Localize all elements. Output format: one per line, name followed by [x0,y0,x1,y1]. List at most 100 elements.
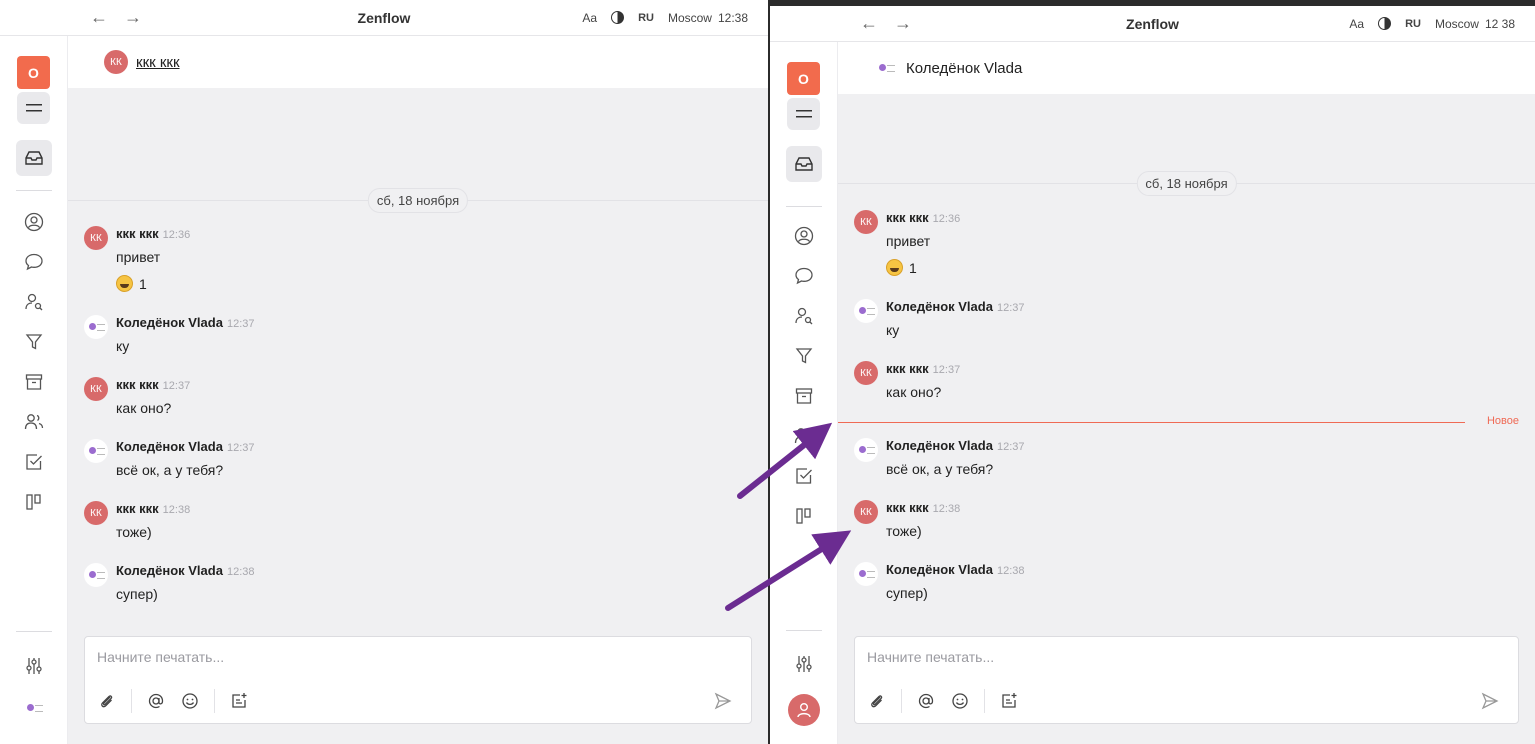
message[interactable]: КК ккк ккк 12:36 привет 1 [84,226,190,292]
sidebar-item-filter[interactable] [786,338,822,374]
message[interactable]: Коледёнок Vlada 12:37 ку [854,299,1024,338]
sidebar-item-board[interactable] [16,484,52,520]
reaction-count: 1 [139,275,147,292]
org-switcher-button[interactable]: О [17,56,50,89]
message-time: 12:36 [162,229,191,241]
user-avatar[interactable] [16,690,52,726]
sidebar-item-profile[interactable] [16,204,52,240]
back-arrow-icon[interactable]: ← [90,7,108,28]
sidebar-item-contacts[interactable] [786,298,822,334]
left-window: ← → Zenflow Aa RU Moscow 12:38 О КК ккк … [0,0,768,744]
sidebar: О [0,36,68,744]
font-size-button[interactable]: Aa [582,11,597,25]
message[interactable]: Коледёнок Vlada 12:37 ку [84,315,254,354]
sidebar-item-inbox[interactable] [786,146,822,182]
add-template-icon[interactable] [999,691,1019,711]
paperclip-icon[interactable] [867,691,887,711]
menu-button[interactable] [17,92,50,124]
sidebar-item-inbox[interactable] [16,140,52,176]
sidebar-item-team[interactable] [786,418,822,454]
message-author: ккк ккк [886,210,929,225]
message-author: Коледёнок Vlada [886,438,993,453]
sidebar-divider [786,206,822,207]
font-size-button[interactable]: Aa [1349,17,1364,31]
paperclip-icon[interactable] [97,691,117,711]
emoji-icon[interactable] [950,691,970,711]
sidebar-item-chats[interactable] [16,244,52,280]
composer-input[interactable]: Начните печатать... [97,649,224,665]
user-avatar[interactable] [788,694,820,726]
chat-header: Коледёнок Vlada [838,42,1535,94]
sidebar-item-chats[interactable] [786,258,822,294]
message[interactable]: Коледёнок Vlada 12:38 супер) [84,563,254,602]
message-time: 12:38 [226,566,255,578]
message-author: ккк ккк [116,501,159,516]
mention-icon[interactable] [146,691,166,711]
emoji-icon[interactable] [180,691,200,711]
message[interactable]: КК ккк ккк 12:37 как оно? [854,361,960,400]
message-author: Коледёнок Vlada [116,439,223,454]
message-list: сб, 18 ноября [838,171,1535,196]
toolbar-divider [214,689,215,713]
message[interactable]: КК ккк ккк 12:38 тоже) [854,500,960,539]
grin-emoji-icon [116,275,133,292]
reaction-chip[interactable]: 1 [116,275,190,292]
date-separator: сб, 18 ноября [838,171,1535,196]
message-time: 12:37 [996,441,1025,453]
mention-icon[interactable] [916,691,936,711]
language-button[interactable]: RU [638,12,654,24]
message-composer[interactable]: Начните печатать... [854,636,1519,724]
org-switcher-button[interactable]: О [787,62,820,95]
sidebar-item-team[interactable] [16,404,52,440]
checkbox-icon [796,468,812,484]
sidebar-item-tasks[interactable] [786,458,822,494]
forward-arrow-icon[interactable]: → [894,13,912,34]
chat-bubble-icon [795,267,813,285]
chat-title[interactable]: ккк ккк [136,54,180,71]
message[interactable]: КК ккк ккк 12:37 как оно? [84,377,190,416]
sidebar-item-tasks[interactable] [16,444,52,480]
sidebar-item-archive[interactable] [16,364,52,400]
message-time: 12:38 [162,504,191,516]
send-icon[interactable] [713,691,733,711]
message[interactable]: КК ккк ккк 12:36 привет 1 [854,210,960,276]
message-author: Коледёнок Vlada [886,299,993,314]
sidebar-item-settings[interactable] [786,646,822,682]
sidebar-item-filter[interactable] [16,324,52,360]
message[interactable]: Коледёнок Vlada 12:37 всё ок, а у тебя? [854,438,1024,477]
chat-title[interactable]: Коледёнок Vlada [906,60,1022,77]
hamburger-icon [795,110,812,118]
message-time: 12:36 [932,213,961,225]
add-template-icon[interactable] [229,691,249,711]
sidebar-item-profile[interactable] [786,218,822,254]
menu-button[interactable] [787,98,820,130]
language-button[interactable]: RU [1405,18,1421,30]
message[interactable]: Коледёнок Vlada 12:38 супер) [854,562,1024,601]
titlebar: ← → Zenflow Aa RU Moscow 12 38 [770,6,1535,42]
message-text: как оно? [886,384,942,400]
sidebar-item-contacts[interactable] [16,284,52,320]
sidebar-item-archive[interactable] [786,378,822,414]
chat-avatar: КК [104,50,128,74]
sidebar-item-settings[interactable] [16,648,52,684]
chat-header: КК ккк ккк [68,36,768,88]
sidebar-item-board[interactable] [786,498,822,534]
grin-emoji-icon [886,259,903,276]
message-composer[interactable]: Начните печатать... [84,636,752,724]
message[interactable]: Коледёнок Vlada 12:37 всё ок, а у тебя? [84,439,254,478]
sender-avatar: КК [84,501,108,525]
theme-contrast-icon[interactable] [1378,17,1392,30]
composer-input[interactable]: Начните печатать... [867,649,994,665]
sidebar-divider [16,190,52,191]
send-icon[interactable] [1480,691,1500,711]
sender-avatar [854,438,878,462]
message[interactable]: КК ккк ккк 12:38 тоже) [84,501,190,540]
message-author: ккк ккк [886,500,929,515]
reaction-count: 1 [909,259,917,276]
forward-arrow-icon[interactable]: → [124,7,142,28]
back-arrow-icon[interactable]: ← [860,13,878,34]
message-author: Коледёнок Vlada [116,315,223,330]
message-author: ккк ккк [116,377,159,392]
reaction-chip[interactable]: 1 [886,259,960,276]
theme-contrast-icon[interactable] [611,11,625,24]
